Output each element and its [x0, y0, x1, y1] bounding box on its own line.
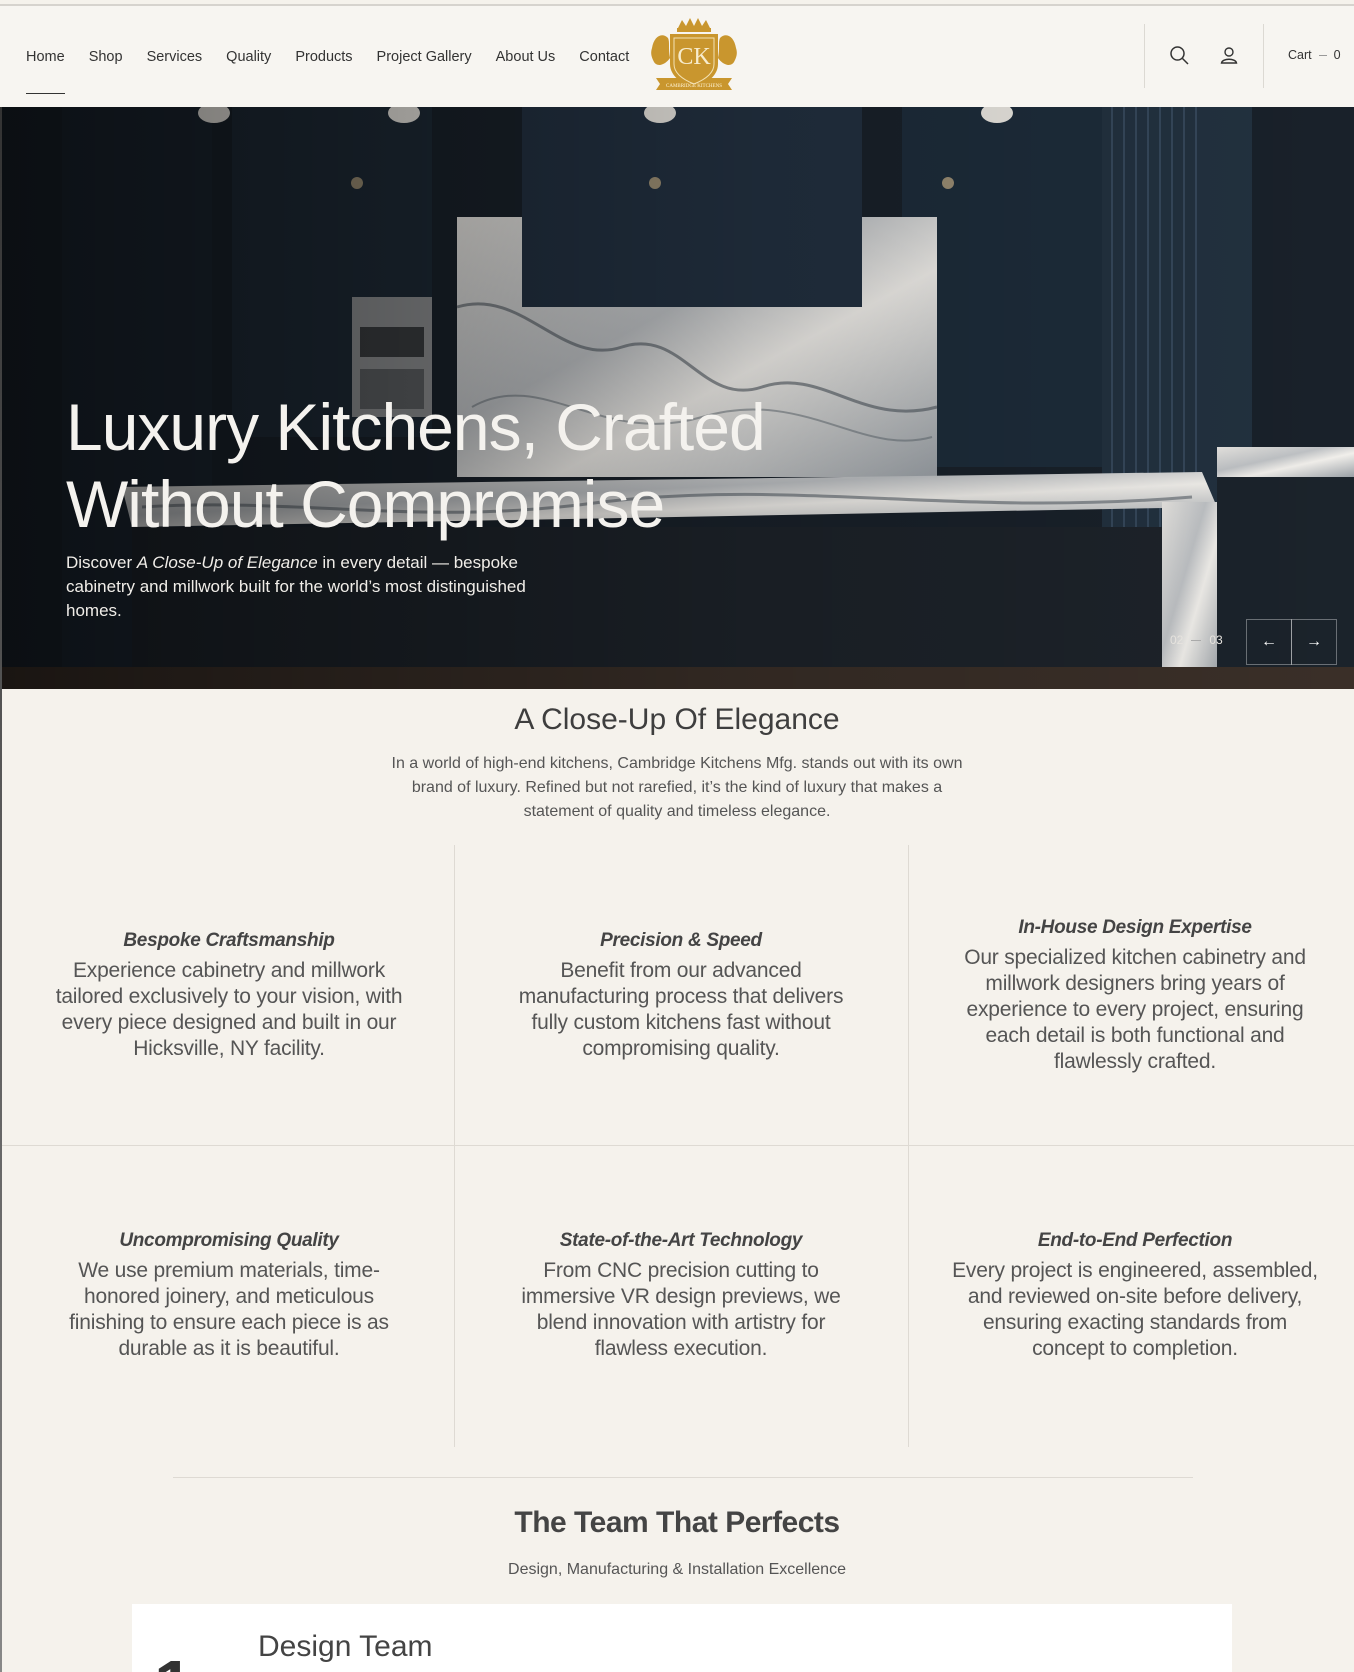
feature-title: Uncompromising Quality — [119, 1230, 339, 1251]
nav-item-project-gallery[interactable]: Project Gallery — [377, 49, 472, 65]
team-subtitle: Design, Manufacturing & Installation Exc… — [508, 1561, 846, 1578]
left-edge-strip — [0, 107, 2, 1672]
arrow-right-icon: → — [1306, 633, 1322, 650]
slide-counter-separator — [1191, 639, 1202, 641]
logo-monogram: CK — [677, 44, 711, 70]
nav-item-products[interactable]: Products — [295, 49, 352, 65]
feature-title: Precision & Speed — [600, 930, 762, 951]
feature-card: In-House Design Expertise Our specialize… — [908, 845, 1354, 1147]
nav-item-shop[interactable]: Shop — [89, 49, 123, 65]
arrow-left-icon: ← — [1261, 633, 1277, 650]
team-title: The Team That Perfects — [514, 1506, 840, 1539]
features-grid: Bespoke Craftsmanship Experience cabinet… — [2, 845, 1354, 1447]
logo[interactable]: CK CAMBRIDGE KITCHENS — [648, 18, 740, 96]
elegance-text: In a world of high-end kitchens, Cambrid… — [391, 755, 963, 820]
nav-item-quality[interactable]: Quality — [226, 49, 271, 65]
slide-current: 02 — [1170, 633, 1184, 647]
feature-title: Bespoke Craftsmanship — [123, 930, 335, 951]
nav-item-services[interactable]: Services — [147, 49, 203, 65]
header-divider — [1263, 24, 1264, 88]
feature-text: Experience cabinetry and millwork tailor… — [55, 959, 403, 1060]
feature-card: Uncompromising Quality We use premium ma… — [2, 1145, 456, 1447]
feature-text: We use premium materials, time-honored j… — [69, 1259, 389, 1360]
feature-card: End-to-End Perfection Every project is e… — [908, 1145, 1354, 1447]
cart-separator — [1318, 54, 1327, 56]
hero-title-line2: Without Compromise — [66, 467, 665, 541]
team-card-number: 1 — [154, 1650, 193, 1672]
team-card-title: Design Team — [258, 1630, 433, 1663]
cart-count: 0 — [1333, 48, 1341, 62]
site-header: Home Shop Services Quality Products Proj… — [0, 6, 1354, 107]
team-card-design[interactable]: 1 Design Team — [132, 1604, 1232, 1672]
feature-text: From CNC precision cutting to immersive … — [521, 1259, 841, 1360]
hero-title-line1: Luxury Kitchens, Crafted — [66, 390, 766, 464]
user-icon[interactable] — [1218, 44, 1240, 66]
feature-card: Bespoke Craftsmanship Experience cabinet… — [2, 845, 456, 1147]
hero-subtitle-emphasis: A Close-Up of Elegance — [136, 553, 318, 572]
feature-title: State-of-the-Art Technology — [559, 1230, 803, 1251]
feature-text: Every project is engineered, assembled, … — [952, 1259, 1318, 1360]
elegance-title: A Close-Up Of Elegance — [514, 703, 840, 736]
feature-card: Precision & Speed Benefit from our advan… — [454, 845, 908, 1147]
header-divider — [1144, 24, 1145, 88]
nav-item-contact[interactable]: Contact — [579, 49, 629, 65]
hero-subtitle: Discover A Close-Up of Elegance in every… — [66, 551, 586, 623]
slide-next-button[interactable]: → — [1291, 619, 1337, 665]
search-icon[interactable] — [1168, 44, 1190, 66]
feature-text: Our specialized kitchen cabinetry and mi… — [964, 946, 1306, 1073]
logo-wordmark: CAMBRIDGE KITCHENS — [666, 84, 722, 89]
hero-subtitle-pre: Discover — [66, 553, 137, 572]
feature-text: Benefit from our advanced manufacturing … — [518, 959, 844, 1060]
slide-counter: 02 03 — [1170, 633, 1223, 647]
hero-title: Luxury Kitchens, Crafted Without Comprom… — [66, 389, 786, 543]
feature-title: End-to-End Perfection — [1037, 1230, 1233, 1251]
cart-label: Cart — [1288, 48, 1312, 62]
feature-card: State-of-the-Art Technology From CNC pre… — [454, 1145, 908, 1447]
cart-button[interactable]: Cart 0 — [1288, 48, 1341, 62]
slide-prev-button[interactable]: ← — [1246, 619, 1292, 665]
hero-slider: Luxury Kitchens, Crafted Without Comprom… — [2, 107, 1354, 689]
section-divider — [173, 1477, 1193, 1478]
feature-title: In-House Design Expertise — [1018, 917, 1252, 938]
nav-item-home[interactable]: Home — [26, 49, 65, 94]
nav-item-about-us[interactable]: About Us — [496, 49, 556, 65]
main-nav: Home Shop Services Quality Products Proj… — [26, 6, 653, 107]
slide-total: 03 — [1209, 633, 1223, 647]
